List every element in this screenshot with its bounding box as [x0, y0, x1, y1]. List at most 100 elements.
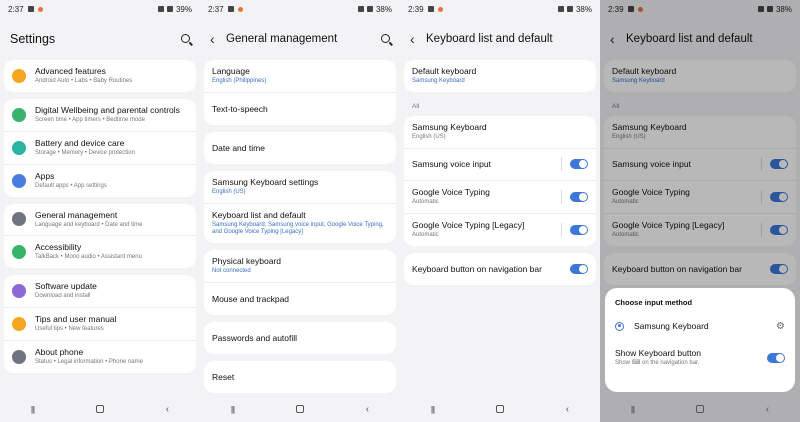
settings-item-label: General management [35, 209, 118, 220]
about-phone-icon [12, 349, 26, 364]
menu-group: Samsung Keyboard settings English (US) Key… [204, 170, 396, 244]
default-keyboard-value: Samsung Keyboard [412, 78, 465, 85]
menu-item[interactable]: Language English (Philippines) [204, 60, 396, 93]
keyboard-item[interactable]: Samsung voice input [404, 149, 596, 181]
settings-item[interactable]: Software update Download and install [4, 275, 196, 309]
navigation-bar: ||| ‹ [200, 396, 400, 422]
back-arrow-icon[interactable]: ‹ [210, 31, 226, 47]
navigation-bar: ||| ‹ [0, 396, 200, 422]
toggle-divider [561, 222, 562, 237]
settings-item-sub: Useful tips • New features [35, 326, 104, 333]
settings-item[interactable]: Accessibility TalkBack • Mono audio • Ass… [4, 236, 196, 268]
keyboard-item-toggle[interactable] [570, 159, 588, 170]
keyboard-item-toggle[interactable] [570, 224, 588, 235]
gear-icon[interactable]: ⚙ [776, 321, 785, 332]
keyboard-item-sub: Automatic [412, 198, 439, 205]
keyboard-navbar-button-row[interactable]: Keyboard button on navigation bar [404, 253, 596, 285]
menu-item[interactable]: Samsung Keyboard settings English (US) [204, 171, 396, 204]
menu-group: Language English (Philippines) Text-to-spe… [204, 60, 396, 125]
settings-item-text: General management Language and keyboard … [35, 210, 188, 230]
general-management-list: Language English (Philippines) Text-to-spe… [200, 60, 400, 393]
menu-item-label: Keyboard list and default [212, 209, 306, 220]
settings-item-text: Software update Download and install [35, 281, 188, 301]
device-care-icon [12, 140, 26, 155]
settings-item-text: Tips and user manual Useful tips • New fe… [35, 314, 188, 334]
keyboard-item-label: Google Voice Typing [Legacy] [412, 219, 525, 230]
back-button[interactable]: ‹ [166, 404, 169, 415]
menu-item[interactable]: Physical keyboard Not connected [204, 250, 396, 283]
keyboard-item-toggle[interactable] [570, 191, 588, 202]
menu-item-label: Text-to-speech [212, 103, 268, 114]
app-notification-icon [437, 6, 443, 12]
settings-item-sub: Screen time • App timers • Bedtime mode [35, 117, 145, 123]
screen-keyboard-list-dialog: 2:39 38% ‹ Keyboard list and default Def… [600, 0, 800, 422]
app-bar: ‹ Keyboard list and default [400, 18, 600, 60]
home-button[interactable] [295, 405, 304, 413]
settings-item-label: Advanced features [35, 66, 106, 77]
navigation-bar: ||| ‹ [400, 396, 600, 422]
search-icon [181, 34, 190, 43]
apps-icon [12, 173, 26, 188]
recents-button[interactable]: ||| [431, 405, 435, 414]
menu-item[interactable]: Reset [204, 361, 396, 393]
accessibility-icon [12, 245, 26, 260]
settings-item-text: Digital Wellbeing and parental controls S… [35, 105, 188, 125]
settings-item[interactable]: Battery and device care Storage • Memory … [4, 132, 196, 165]
input-method-option[interactable]: Samsung Keyboard ⚙ [615, 315, 785, 337]
radio-selected-icon[interactable] [615, 321, 624, 331]
keyboard-item[interactable]: Google Voice Typing Automatic [404, 181, 596, 214]
menu-item-text: Text-to-speech [212, 104, 388, 114]
show-keyboard-button-sub: Show ⌨ on the navigation bar. [615, 360, 700, 367]
search-button[interactable] [381, 30, 390, 48]
general-management-icon [12, 212, 26, 227]
keyboard-item-text: Google Voice Typing [Legacy] Automatic [412, 220, 561, 240]
settings-item[interactable]: Apps Default apps • App settings [4, 165, 196, 197]
menu-item[interactable]: Keyboard list and default Samsung Keyboar… [204, 204, 396, 244]
menu-item-label: Physical keyboard [212, 256, 281, 267]
keyboard-navbar-button-label: Keyboard button on navigation bar [412, 263, 542, 274]
settings-item[interactable]: Tips and user manual Useful tips • New fe… [4, 308, 196, 341]
settings-item-label: Digital Wellbeing and parental controls [35, 105, 180, 115]
status-bar: 2:37 39% [0, 0, 200, 18]
settings-item[interactable]: General management Language and keyboard … [4, 204, 196, 237]
battery-level: 38% [575, 4, 592, 14]
menu-item-label: Mouse and trackpad [212, 293, 290, 304]
home-button[interactable] [695, 405, 704, 413]
default-keyboard-row[interactable]: Default keyboard Samsung Keyboard [404, 60, 596, 92]
menu-item[interactable]: Date and time [204, 132, 396, 164]
menu-item-sub: English (Philippines) [212, 78, 267, 84]
keyboard-item[interactable]: Google Voice Typing [Legacy] Automatic [404, 214, 596, 246]
back-button[interactable]: ‹ [566, 404, 569, 415]
recents-button[interactable]: ||| [631, 405, 635, 414]
tips-icon [12, 317, 26, 332]
settings-item[interactable]: Advanced features Android Auto • Labs • B… [4, 60, 196, 92]
screen-general-management: 2:37 38% ‹ General management Language En… [200, 0, 400, 422]
menu-item-label: Language [212, 66, 250, 76]
sheet-title: Choose input method [615, 298, 693, 307]
app-bar: Settings [0, 18, 200, 60]
page-title: Settings [10, 32, 56, 46]
back-button[interactable]: ‹ [366, 404, 369, 415]
recents-button[interactable]: ||| [231, 405, 235, 414]
show-keyboard-button-toggle[interactable] [767, 353, 785, 363]
show-keyboard-button-row[interactable]: Show Keyboard button Show ⌨ on the naviga… [615, 347, 785, 369]
menu-item-label: Passwords and autofill [212, 332, 298, 343]
menu-item-sub: English (US) [212, 188, 246, 195]
navigation-bar: ||| ‹ [600, 396, 800, 422]
keyboard-item[interactable]: Samsung Keyboard English (US) [404, 116, 596, 149]
home-button[interactable] [95, 405, 104, 413]
menu-group: Date and time [204, 131, 396, 164]
keyboard-navbar-button-toggle[interactable] [570, 263, 588, 274]
settings-item[interactable]: About phone Status • Legal information • … [4, 341, 196, 373]
settings-item[interactable]: Digital Wellbeing and parental controls S… [4, 99, 196, 132]
menu-item[interactable]: Text-to-speech [204, 93, 396, 125]
menu-item[interactable]: Mouse and trackpad [204, 283, 396, 315]
settings-item-label: Apps [35, 170, 55, 181]
home-button[interactable] [495, 405, 504, 413]
back-button[interactable]: ‹ [766, 404, 769, 415]
menu-item[interactable]: Passwords and autofill [204, 322, 396, 354]
gallery-notification-icon [27, 6, 34, 12]
recents-button[interactable]: ||| [31, 405, 35, 414]
back-arrow-icon[interactable]: ‹ [410, 31, 426, 47]
search-button[interactable] [181, 30, 190, 48]
